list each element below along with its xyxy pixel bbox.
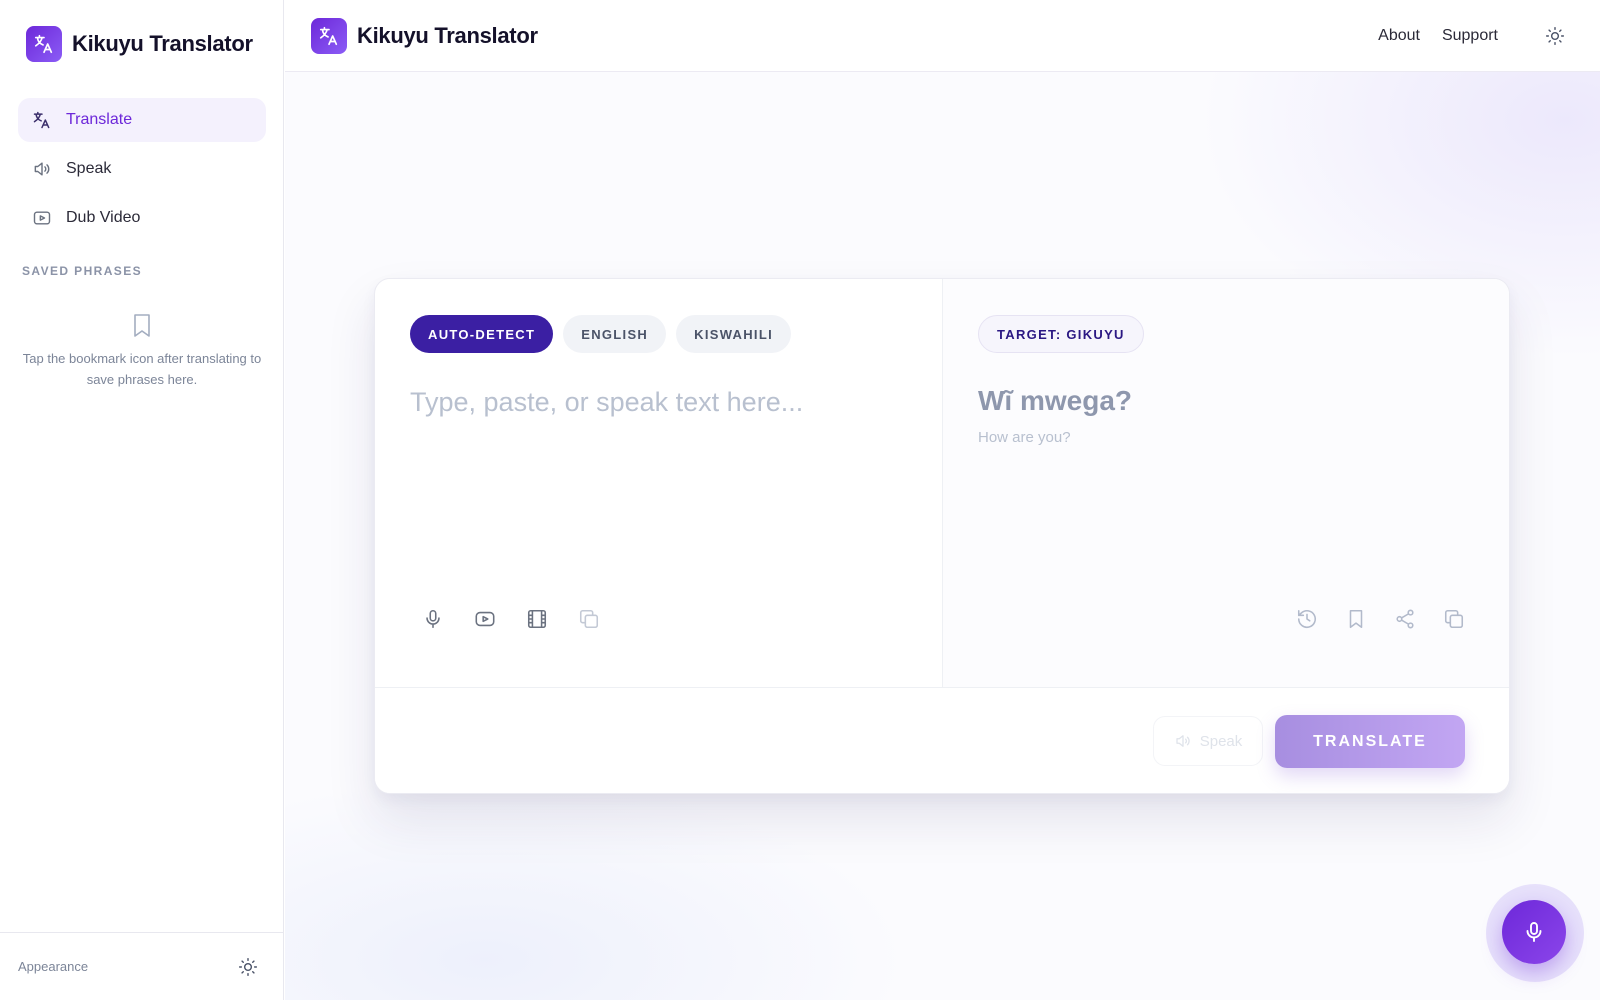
saved-phrases-empty: Tap the bookmark icon after translating … bbox=[22, 312, 262, 390]
saved-phrases-empty-text: Tap the bookmark icon after translating … bbox=[22, 351, 262, 387]
speak-button[interactable]: Speak bbox=[1153, 716, 1263, 766]
source-toolbar bbox=[421, 607, 600, 630]
target-language-chips: TARGET: GIKUYU bbox=[978, 315, 1144, 353]
sidebar-item-dub-video[interactable]: Dub Video bbox=[18, 196, 266, 240]
chip-target-gikuyu[interactable]: TARGET: GIKUYU bbox=[978, 315, 1144, 353]
translate-icon bbox=[32, 110, 52, 130]
appearance-bar: Appearance bbox=[0, 932, 284, 1000]
sidebar-item-translate[interactable]: Translate bbox=[18, 98, 266, 142]
copy-icon[interactable] bbox=[1442, 607, 1465, 630]
microphone-icon bbox=[1522, 920, 1546, 944]
top-bar: Kikuyu Translator About Support bbox=[285, 0, 1600, 72]
chip-english[interactable]: ENGLISH bbox=[563, 315, 667, 353]
card-footer: Speak TRANSLATE bbox=[375, 687, 1509, 793]
app-title: Kikuyu Translator bbox=[72, 31, 253, 56]
share-icon[interactable] bbox=[1393, 607, 1416, 630]
bookmark-icon[interactable] bbox=[1344, 607, 1367, 630]
header-brand[interactable]: Kikuyu Translator bbox=[311, 18, 538, 54]
sidebar-item-label: Speak bbox=[66, 160, 112, 177]
youtube-icon[interactable] bbox=[473, 607, 496, 630]
support-link[interactable]: Support bbox=[1442, 27, 1498, 45]
copy-icon[interactable] bbox=[577, 607, 600, 630]
translation-output: Wĩ mwega? bbox=[978, 385, 1133, 416]
sidebar-nav: Translate Speak Dub Video bbox=[18, 98, 266, 245]
sidebar-brand[interactable]: Kikuyu Translator bbox=[26, 26, 253, 62]
film-icon[interactable] bbox=[525, 607, 548, 630]
sun-icon[interactable] bbox=[238, 957, 258, 977]
chip-auto-detect[interactable]: AUTO-DETECT bbox=[410, 315, 554, 353]
source-text-input[interactable]: Type, paste, or speak text here... bbox=[410, 387, 803, 418]
translate-logo-icon bbox=[311, 18, 347, 54]
translation-gloss: How are you? bbox=[978, 429, 1071, 446]
translate-logo-icon bbox=[26, 26, 62, 62]
bookmark-icon bbox=[130, 312, 154, 338]
speaker-icon bbox=[1174, 732, 1192, 750]
appearance-label: Appearance bbox=[18, 959, 89, 974]
sidebar-item-label: Translate bbox=[66, 111, 133, 128]
history-icon[interactable] bbox=[1295, 607, 1318, 630]
sidebar: Kikuyu Translator Translate Speak Dub Vi… bbox=[0, 0, 284, 1000]
sidebar-item-label: Dub Video bbox=[66, 209, 141, 226]
sidebar-item-speak[interactable]: Speak bbox=[18, 147, 266, 191]
header-links: About Support bbox=[1378, 0, 1572, 72]
voice-input-fab[interactable] bbox=[1502, 900, 1566, 964]
microphone-icon[interactable] bbox=[421, 607, 444, 630]
main-area: Kikuyu Translator About Support AUTO-DET… bbox=[285, 0, 1600, 1000]
chip-kiswahili[interactable]: KISWAHILI bbox=[676, 315, 791, 353]
sun-icon bbox=[1545, 26, 1565, 46]
target-pane: TARGET: GIKUYU Wĩ mwega? How are you? bbox=[943, 279, 1509, 687]
speaker-icon bbox=[32, 159, 52, 179]
source-pane: AUTO-DETECT ENGLISH KISWAHILI Type, past… bbox=[375, 279, 943, 687]
speak-button-label: Speak bbox=[1199, 732, 1243, 750]
saved-phrases-title: SAVED PHRASES bbox=[22, 264, 143, 278]
theme-toggle-button[interactable] bbox=[1538, 19, 1572, 53]
translator-card: AUTO-DETECT ENGLISH KISWAHILI Type, past… bbox=[374, 278, 1510, 794]
source-language-chips: AUTO-DETECT ENGLISH KISWAHILI bbox=[410, 315, 791, 353]
translate-button[interactable]: TRANSLATE bbox=[1275, 715, 1465, 768]
target-toolbar bbox=[1295, 607, 1465, 630]
about-link[interactable]: About bbox=[1378, 27, 1420, 45]
header-title: Kikuyu Translator bbox=[357, 23, 538, 48]
video-icon bbox=[32, 208, 52, 228]
